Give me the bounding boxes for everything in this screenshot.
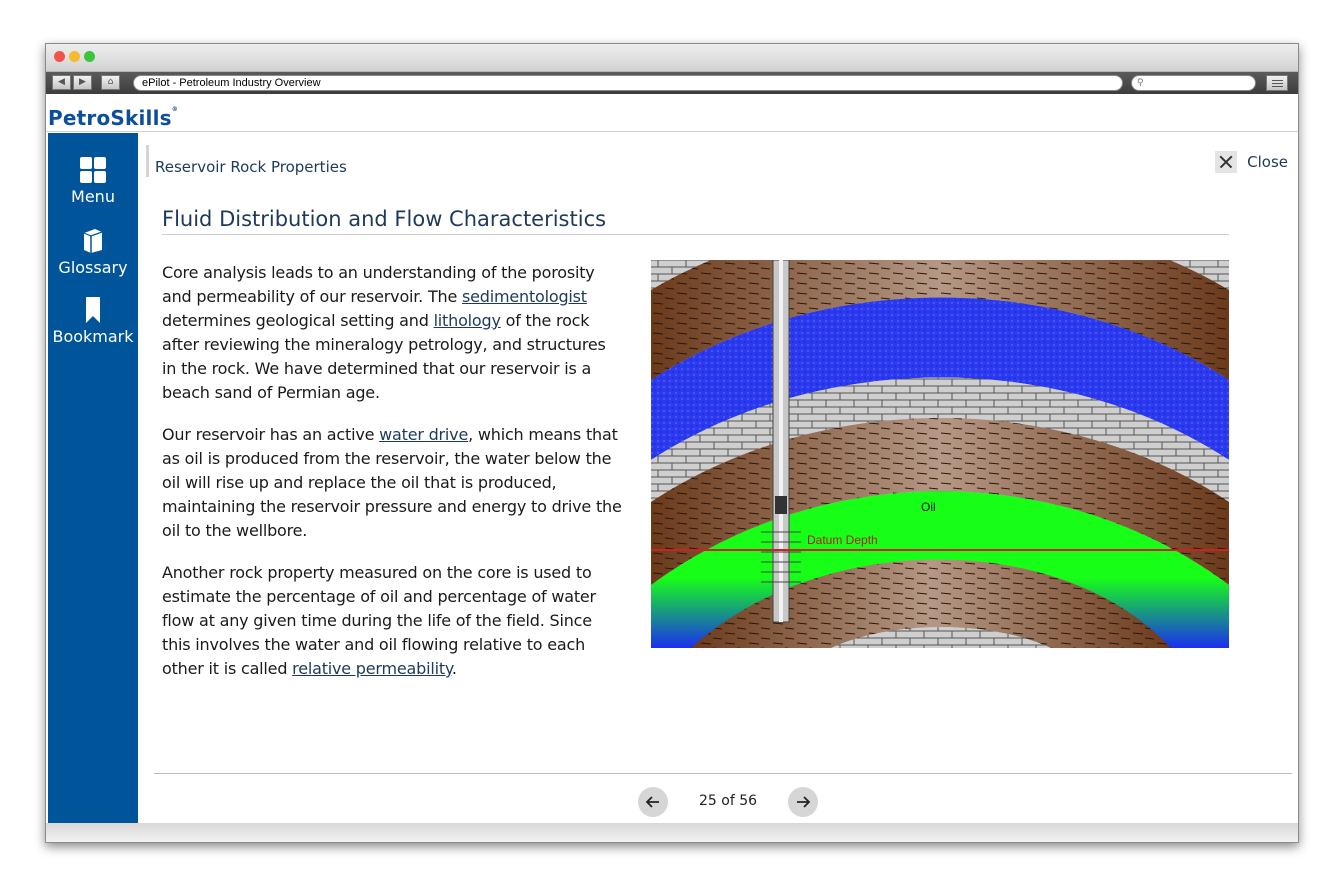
sidebar-item-label: Glossary <box>58 258 128 277</box>
grid-icon <box>80 157 106 183</box>
sidebar-item-label: Bookmark <box>52 327 134 346</box>
paragraph-1: Core analysis leads to an understanding … <box>162 261 622 405</box>
back-button[interactable]: ◀ <box>52 75 71 90</box>
close-window-button[interactable] <box>54 51 65 62</box>
bottom-band <box>46 823 1298 842</box>
title-bar <box>46 44 1298 72</box>
footer-divider <box>154 773 1292 774</box>
link-lithology[interactable]: lithology <box>434 311 501 330</box>
breadcrumb: Reservoir Rock Properties <box>146 145 347 177</box>
logo-registered-mark: ® <box>171 106 178 113</box>
browser-menu-button[interactable] <box>1266 75 1288 91</box>
browser-toolbar: ◀ ▶ ⌂ ePilot - Petroleum Industry Overvi… <box>46 72 1298 94</box>
oil-label: Oil <box>921 500 936 514</box>
paragraph-3: Another rock property measured on the co… <box>162 561 622 681</box>
body-text: Core analysis leads to an understanding … <box>162 261 622 699</box>
paragraph-text: . <box>451 659 457 678</box>
forward-button[interactable]: ▶ <box>73 75 92 90</box>
maximize-window-button[interactable] <box>84 51 95 62</box>
page-title: Fluid Distribution and Flow Characterist… <box>162 207 1229 235</box>
paragraph-text: Our reservoir has an active <box>162 425 380 444</box>
content-area: Reservoir Rock Properties Close Fluid Di… <box>138 133 1298 823</box>
address-bar[interactable]: ePilot - Petroleum Industry Overview <box>133 75 1123 91</box>
menu-line <box>1272 86 1283 87</box>
menu-line <box>1272 83 1283 84</box>
petroskills-logo: PetroSkills® <box>48 106 178 130</box>
close-button[interactable]: Close <box>1215 150 1288 174</box>
sidebar-item-bookmark[interactable]: Bookmark <box>48 297 138 346</box>
logo-bar: PetroSkills® <box>46 94 1298 132</box>
book-icon <box>83 229 103 253</box>
arrow-right-icon <box>797 796 811 808</box>
home-button[interactable]: ⌂ <box>101 75 120 90</box>
minimize-window-button[interactable] <box>69 51 80 62</box>
paragraph-2: Our reservoir has an active water drive,… <box>162 423 622 543</box>
browser-window: ◀ ▶ ⌂ ePilot - Petroleum Industry Overvi… <box>45 43 1299 843</box>
sidebar: Menu Glossary Bookmark <box>48 133 138 823</box>
page-indicator: 25 of 56 <box>698 793 758 809</box>
paragraph-text: determines geological setting and <box>162 311 434 330</box>
close-icon <box>1215 151 1238 173</box>
breadcrumb-text: Reservoir Rock Properties <box>155 158 347 176</box>
search-icon: ⚲ <box>1137 78 1144 88</box>
link-sedimentologist[interactable]: sedimentologist <box>462 287 587 306</box>
link-water-drive[interactable]: water drive <box>379 425 468 444</box>
close-label: Close <box>1247 153 1288 171</box>
sidebar-item-label: Menu <box>71 187 115 206</box>
sidebar-item-menu[interactable]: Menu <box>48 157 138 206</box>
datum-depth-label: Datum Depth <box>807 533 878 547</box>
sidebar-item-glossary[interactable]: Glossary <box>48 228 138 277</box>
menu-line <box>1272 80 1283 81</box>
link-relative-permeability[interactable]: relative permeability <box>292 659 452 678</box>
reservoir-cross-section-figure: Oil Datum Depth <box>651 260 1229 648</box>
browser-search-input[interactable]: ⚲ <box>1131 75 1256 91</box>
next-page-button[interactable] <box>788 787 818 817</box>
logo-text: PetroSkills <box>48 106 172 130</box>
bookmark-icon <box>86 297 100 323</box>
reservoir-diagram: Oil Datum Depth <box>651 260 1229 648</box>
